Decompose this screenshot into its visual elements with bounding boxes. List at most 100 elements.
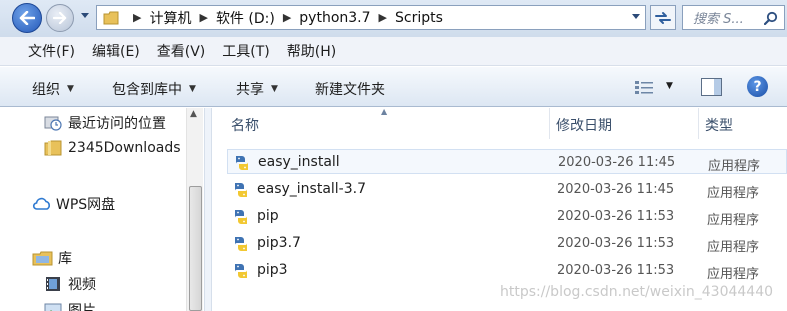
chevron-down-icon: ▼ (189, 84, 196, 94)
forward-button[interactable] (46, 4, 74, 32)
nav-item-label: 2345Downloads (68, 140, 181, 156)
nav-pane-scrollbar[interactable]: ▲ (186, 108, 203, 311)
nav-item-label: 库 (58, 251, 72, 267)
breadcrumb-separator[interactable]: ▶ (199, 11, 207, 24)
column-divider[interactable] (698, 108, 699, 139)
file-row[interactable]: easy_install 2020-03-26 11:45 应用程序 (227, 149, 787, 174)
file-type: 应用程序 (707, 267, 760, 282)
chevron-down-icon: ▼ (67, 84, 74, 94)
nav-item-wps-cloud[interactable]: WPS网盘 (32, 194, 115, 214)
chevron-down-icon[interactable] (631, 13, 641, 21)
recent-places-icon (44, 116, 62, 131)
folder-icon (103, 11, 119, 24)
view-options-icon[interactable] (634, 80, 654, 94)
file-modified: 2020-03-26 11:53 (557, 263, 675, 278)
file-type: 应用程序 (708, 159, 761, 174)
include-library-label: 包含到库中 (112, 82, 182, 98)
scrollbar-thumb[interactable] (189, 186, 202, 311)
file-row[interactable]: pip 2020-03-26 11:53 应用程序 (227, 204, 787, 229)
help-icon[interactable]: ? (747, 76, 768, 97)
nav-item-2345downloads[interactable]: 2345Downloads (44, 140, 181, 156)
pane-splitter[interactable] (204, 108, 212, 311)
picture-icon (44, 303, 62, 311)
breadcrumb-separator[interactable]: ▶ (133, 11, 141, 24)
navigation-pane: 最近访问的位置 2345Downloads WPS网盘 库 视频 图片 (0, 108, 204, 311)
file-name: pip3 (257, 262, 288, 278)
new-folder-button[interactable]: 新建文件夹 (315, 79, 385, 99)
back-button[interactable] (12, 3, 42, 33)
column-header-name[interactable]: 名称 (231, 115, 259, 135)
menu-help[interactable]: 帮助(H) (287, 41, 336, 61)
share-button[interactable]: 共享 ▼ (236, 79, 278, 99)
nav-item-videos[interactable]: 视频 (44, 274, 96, 294)
watermark: https://blog.csdn.net/weixin_43044440 (500, 284, 774, 300)
file-name: pip (257, 208, 279, 224)
breadcrumb-separator[interactable]: ▶ (283, 11, 291, 24)
address-row: ▶ 计算机 ▶ 软件 (D:) ▶ python3.7 ▶ Scripts 搜索… (0, 0, 787, 37)
nav-item-label: 最近访问的位置 (68, 116, 166, 132)
file-name: pip3.7 (257, 235, 301, 251)
preview-pane-icon[interactable] (701, 78, 722, 96)
breadcrumb-computer[interactable]: 计算机 (149, 8, 191, 28)
recent-pages-dropdown-icon[interactable] (80, 12, 90, 20)
scroll-up-arrow-icon[interactable]: ▲ (190, 109, 197, 119)
folder-icon (44, 140, 62, 156)
column-header-type[interactable]: 类型 (705, 115, 733, 135)
organize-label: 组织 (32, 82, 60, 98)
organize-button[interactable]: 组织 ▼ (32, 79, 74, 99)
menu-view[interactable]: 查看(V) (157, 41, 206, 61)
search-placeholder: 搜索 S... (693, 12, 744, 27)
chevron-down-icon: ▼ (271, 84, 278, 94)
nav-item-recent-places[interactable]: 最近访问的位置 (44, 113, 166, 133)
file-modified: 2020-03-26 11:53 (557, 209, 675, 224)
refresh-icon (655, 11, 671, 24)
file-modified: 2020-03-26 11:53 (557, 236, 675, 251)
search-input[interactable]: 搜索 S... (682, 5, 785, 30)
video-icon (46, 277, 60, 291)
file-type: 应用程序 (707, 186, 760, 201)
refresh-button[interactable] (650, 5, 676, 30)
file-name: easy_install (258, 154, 340, 170)
library-icon (32, 251, 53, 266)
command-bar: 组织 ▼ 包含到库中 ▼ 共享 ▼ 新建文件夹 ▼ ? (0, 67, 787, 107)
menu-tools[interactable]: 工具(T) (222, 41, 269, 61)
column-divider[interactable] (549, 108, 550, 139)
file-modified: 2020-03-26 11:45 (558, 155, 676, 170)
column-header-modified[interactable]: 修改日期 (556, 115, 612, 135)
python-file-icon (235, 237, 247, 251)
breadcrumb-drive[interactable]: 软件 (D:) (216, 8, 275, 28)
file-modified: 2020-03-26 11:45 (557, 182, 675, 197)
arrow-left-icon (19, 11, 35, 25)
arrow-right-icon (53, 12, 67, 24)
search-icon[interactable] (764, 11, 778, 25)
nav-item-libraries[interactable]: 库 (32, 248, 72, 268)
file-list-header: ▲ 名称 修改日期 类型 (213, 107, 787, 139)
menu-file[interactable]: 文件(F) (28, 41, 75, 61)
python-file-icon (236, 156, 248, 170)
nav-item-label: WPS网盘 (56, 197, 116, 213)
file-name: easy_install-3.7 (257, 181, 366, 197)
nav-item-pictures[interactable]: 图片 (44, 300, 96, 311)
sort-ascending-icon: ▲ (381, 107, 388, 116)
new-folder-label: 新建文件夹 (315, 82, 385, 98)
share-label: 共享 (236, 82, 264, 98)
python-file-icon (235, 210, 247, 224)
breadcrumb-separator[interactable]: ▶ (379, 11, 387, 24)
breadcrumb-scripts[interactable]: Scripts (395, 10, 443, 26)
python-file-icon (235, 264, 247, 278)
file-type: 应用程序 (707, 213, 760, 228)
file-row[interactable]: pip3 2020-03-26 11:53 应用程序 (227, 258, 787, 283)
file-row[interactable]: easy_install-3.7 2020-03-26 11:45 应用程序 (227, 177, 787, 202)
chevron-down-icon[interactable]: ▼ (666, 81, 673, 91)
menu-edit[interactable]: 编辑(E) (92, 41, 140, 61)
address-bar[interactable]: ▶ 计算机 ▶ 软件 (D:) ▶ python3.7 ▶ Scripts (96, 5, 646, 30)
python-file-icon (235, 183, 247, 197)
file-type: 应用程序 (707, 240, 760, 255)
cloud-icon (32, 197, 50, 210)
nav-item-label: 图片 (68, 303, 96, 311)
breadcrumb-python[interactable]: python3.7 (299, 10, 370, 26)
menu-bar: 文件(F) 编辑(E) 查看(V) 工具(T) 帮助(H) (0, 37, 787, 66)
file-row[interactable]: pip3.7 2020-03-26 11:53 应用程序 (227, 231, 787, 256)
include-in-library-button[interactable]: 包含到库中 ▼ (112, 79, 196, 99)
nav-item-label: 视频 (68, 277, 96, 293)
